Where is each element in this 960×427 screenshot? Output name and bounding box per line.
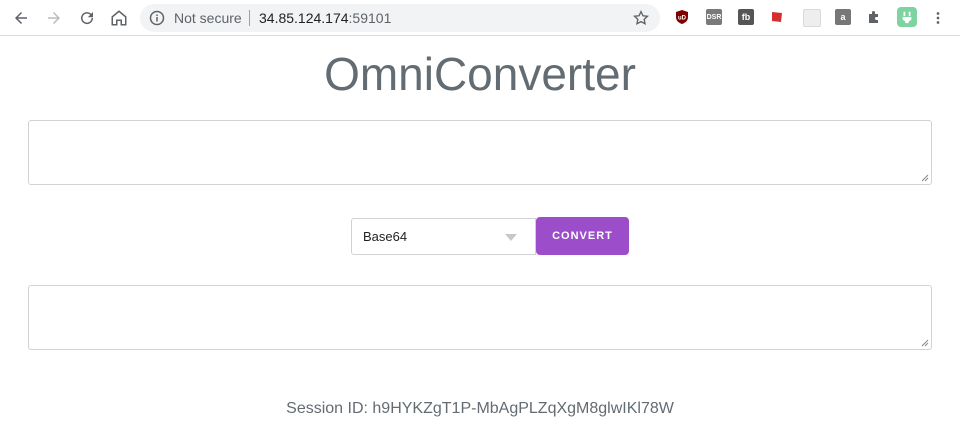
home-icon[interactable]	[107, 6, 131, 30]
browser-toolbar: Not secure 34.85.124.174:59101 uD DSR fb…	[0, 0, 960, 36]
more-menu-icon[interactable]	[926, 6, 950, 30]
resize-grip-icon[interactable]	[921, 339, 929, 347]
page-title: OmniConverter	[324, 48, 636, 100]
security-label[interactable]: Not secure	[174, 10, 242, 26]
svg-text:uD: uD	[678, 16, 687, 22]
input-textarea[interactable]	[28, 120, 935, 188]
convert-button[interactable]: CONVERT	[536, 217, 629, 255]
output-textarea[interactable]	[28, 285, 935, 353]
resize-grip-icon[interactable]	[921, 174, 929, 182]
address-separator	[249, 10, 250, 26]
output-field[interactable]	[29, 286, 935, 353]
red-extension-icon[interactable]	[770, 9, 786, 25]
green-extension-icon[interactable]	[897, 7, 917, 27]
format-select-value: Base64	[363, 229, 408, 244]
session-id-text: Session ID: h9HYKZgT1P-MbAgPLZqXgM8glwIK…	[286, 400, 674, 417]
info-icon[interactable]	[149, 10, 165, 26]
reload-icon[interactable]	[75, 6, 99, 30]
bookmark-star-icon[interactable]	[632, 9, 650, 27]
url-text[interactable]: 34.85.124.174:59101	[259, 10, 391, 26]
input-field[interactable]	[29, 121, 935, 188]
gray-extension-icon[interactable]	[803, 9, 821, 27]
puzzle-extensions-icon[interactable]	[866, 9, 882, 25]
url-host: 34.85.124.174	[259, 10, 349, 26]
chevron-down-icon	[505, 234, 517, 241]
forward-arrow-icon[interactable]	[42, 6, 66, 30]
url-port: :59101	[348, 10, 392, 26]
ublock-origin-icon[interactable]: uD	[674, 9, 690, 25]
format-select[interactable]: Base64	[351, 218, 536, 255]
address-bar[interactable]: Not secure 34.85.124.174:59101	[140, 4, 660, 32]
dsr-extension-icon[interactable]: DSR	[706, 9, 722, 25]
back-arrow-icon[interactable]	[9, 6, 33, 30]
a-extension-icon[interactable]: a	[835, 9, 851, 25]
fb-extension-icon[interactable]: fb	[738, 9, 754, 25]
